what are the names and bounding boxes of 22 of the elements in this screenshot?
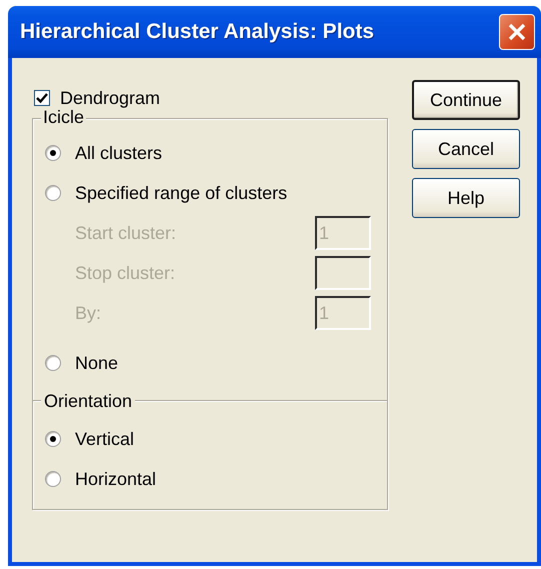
radio-button[interactable] xyxy=(45,471,61,487)
radio-label: All clusters xyxy=(75,142,162,164)
checkbox-label: Dendrogram xyxy=(60,88,160,108)
radio-label: None xyxy=(75,352,118,374)
checkbox[interactable] xyxy=(34,90,50,106)
window-title: Hierarchical Cluster Analysis: Plots xyxy=(20,20,374,44)
radio-label: Specified range of clusters xyxy=(75,182,288,204)
radio-button[interactable] xyxy=(45,355,61,371)
radio-label: Horizontal xyxy=(75,468,156,490)
dialog-button[interactable]: Help xyxy=(412,178,520,218)
radio-button[interactable] xyxy=(45,185,61,201)
field-label: Stop cluster: xyxy=(75,262,176,284)
section-title: Orientation xyxy=(43,390,134,412)
field-label: Start cluster: xyxy=(75,222,176,244)
field-label: By: xyxy=(75,302,102,324)
radio-button[interactable] xyxy=(45,145,61,161)
close-icon xyxy=(507,22,527,42)
dialog-button[interactable]: Continue xyxy=(412,80,520,120)
close-button[interactable] xyxy=(499,14,535,50)
radio-label: Vertical xyxy=(75,428,134,450)
radio-button[interactable] xyxy=(45,431,61,447)
dialog-button[interactable]: Cancel xyxy=(412,129,520,169)
